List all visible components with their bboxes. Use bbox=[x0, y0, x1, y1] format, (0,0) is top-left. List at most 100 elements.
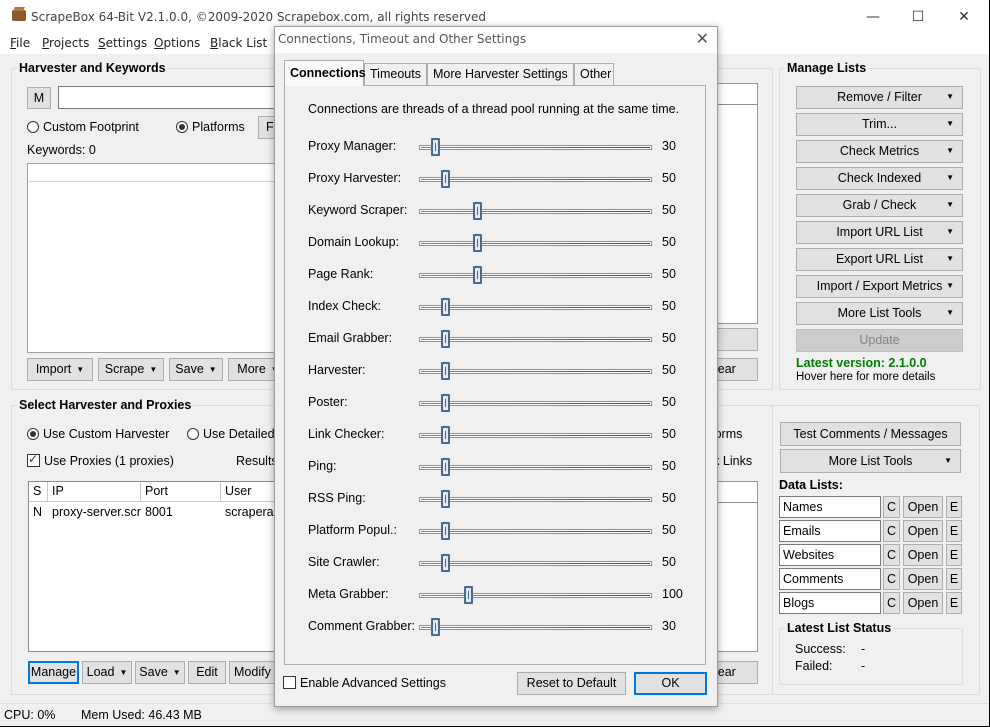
slider-track[interactable] bbox=[419, 593, 652, 598]
ok-button[interactable]: OK bbox=[634, 672, 707, 695]
data-list-open-button[interactable]: Open bbox=[903, 496, 943, 518]
data-list-clear-button[interactable]: C bbox=[883, 520, 900, 542]
slider-thumb[interactable] bbox=[440, 362, 450, 380]
import-button[interactable]: Import ▼ bbox=[27, 358, 93, 381]
tab-more-harvester-settings[interactable]: More Harvester Settings bbox=[427, 63, 574, 85]
slider-track[interactable] bbox=[419, 209, 652, 214]
slider-track[interactable] bbox=[419, 561, 652, 566]
hover-details-link[interactable]: Hover here for more details bbox=[796, 371, 935, 383]
reset-to-default-button[interactable]: Reset to Default bbox=[517, 672, 626, 695]
tab-connections[interactable]: Connections bbox=[284, 60, 366, 86]
slider-thumb[interactable] bbox=[440, 298, 450, 316]
data-list-name-field[interactable]: Websites bbox=[779, 544, 881, 566]
slider-thumb[interactable] bbox=[431, 138, 441, 156]
data-list-open-button[interactable]: Open bbox=[903, 568, 943, 590]
slider-track[interactable] bbox=[419, 145, 652, 150]
update-button[interactable]: Update bbox=[796, 329, 963, 352]
more-list-tools-button-2[interactable]: More List Tools ▼ bbox=[780, 449, 961, 473]
custom-footprint-radio[interactable]: Custom Footprint bbox=[27, 120, 139, 134]
data-list-open-button[interactable]: Open bbox=[903, 592, 943, 614]
enable-advanced-settings-checkbox[interactable]: Enable Advanced Settings bbox=[283, 676, 446, 690]
data-list-name-field[interactable]: Comments bbox=[779, 568, 881, 590]
m-button[interactable]: M bbox=[27, 87, 51, 109]
use-detailed-harvester-radio[interactable]: Use Detailed bbox=[187, 427, 275, 441]
slider-thumb[interactable] bbox=[473, 234, 483, 252]
column-header-ip[interactable]: IP bbox=[48, 482, 141, 502]
slider-track[interactable] bbox=[419, 529, 652, 534]
slider-track[interactable] bbox=[419, 497, 652, 502]
slider-thumb[interactable] bbox=[473, 266, 483, 284]
tab-timeouts[interactable]: Timeouts bbox=[364, 63, 427, 85]
data-list-edit-button[interactable]: E bbox=[946, 544, 962, 566]
slider-track[interactable] bbox=[419, 305, 652, 310]
footprint-input[interactable] bbox=[58, 86, 288, 109]
data-list-edit-button[interactable]: E bbox=[946, 496, 962, 518]
menu-file[interactable]: File bbox=[10, 36, 30, 50]
slider-thumb[interactable] bbox=[440, 394, 450, 412]
manage-list-button-check-indexed[interactable]: Check Indexed ▼ bbox=[796, 167, 963, 190]
test-comments-button[interactable]: Test Comments / Messages bbox=[780, 422, 961, 446]
slider-thumb[interactable] bbox=[431, 618, 441, 636]
slider-thumb[interactable] bbox=[440, 554, 450, 572]
data-list-edit-button[interactable]: E bbox=[946, 520, 962, 542]
slider-track[interactable] bbox=[419, 177, 652, 182]
slider-track[interactable] bbox=[419, 625, 652, 630]
data-list-open-button[interactable]: Open bbox=[903, 544, 943, 566]
manage-list-button-grab-check[interactable]: Grab / Check ▼ bbox=[796, 194, 963, 217]
menu-settings[interactable]: Settings bbox=[98, 36, 147, 50]
slider-track[interactable] bbox=[419, 433, 652, 438]
menu-options[interactable]: Options bbox=[154, 36, 200, 50]
scrape-button[interactable]: Scrape ▼ bbox=[98, 358, 164, 381]
manage-list-button-import-export-metrics[interactable]: Import / Export Metrics ▼ bbox=[796, 275, 963, 298]
platforms-radio[interactable]: Platforms bbox=[176, 120, 245, 134]
column-header-port[interactable]: Port bbox=[141, 482, 221, 502]
tab-other[interactable]: Other bbox=[574, 63, 614, 85]
data-list-clear-button[interactable]: C bbox=[883, 568, 900, 590]
use-proxies-checkbox[interactable]: Use Proxies (1 proxies) bbox=[27, 452, 174, 468]
data-list-edit-button[interactable]: E bbox=[946, 568, 962, 590]
slider-track[interactable] bbox=[419, 337, 652, 342]
slider-thumb[interactable] bbox=[440, 170, 450, 188]
slider-track[interactable] bbox=[419, 401, 652, 406]
slider-track[interactable] bbox=[419, 273, 652, 278]
data-list-clear-button[interactable]: C bbox=[883, 592, 900, 614]
manage-list-button-trim[interactable]: Trim... ▼ bbox=[796, 113, 963, 136]
slider-thumb[interactable] bbox=[463, 586, 473, 604]
edit-proxies-button[interactable]: Edit bbox=[188, 661, 226, 684]
menu-black-list[interactable]: Black List bbox=[210, 36, 267, 50]
data-list-edit-button[interactable]: E bbox=[946, 592, 962, 614]
manage-proxies-button[interactable]: Manage bbox=[28, 661, 79, 684]
manage-list-button-more-list-tools[interactable]: More List Tools ▼ bbox=[796, 302, 963, 325]
manage-list-button-remove-filter[interactable]: Remove / Filter ▼ bbox=[796, 86, 963, 109]
data-list-name-field[interactable]: Blogs bbox=[779, 592, 881, 614]
slider-thumb[interactable] bbox=[440, 426, 450, 444]
slider-track[interactable] bbox=[419, 465, 652, 470]
close-button[interactable]: ✕ bbox=[944, 6, 984, 28]
slider-track[interactable] bbox=[419, 241, 652, 246]
keywords-textarea[interactable] bbox=[27, 163, 287, 353]
proxy-grid[interactable]: S IP Port User N proxy-server.scr 8001 s… bbox=[28, 481, 291, 652]
minimize-button[interactable]: — bbox=[853, 6, 893, 28]
load-proxies-button[interactable]: Load ▼ bbox=[82, 661, 132, 684]
data-list-name-field[interactable]: Names bbox=[779, 496, 881, 518]
save-urls-button[interactable]: Save ▼ bbox=[169, 358, 223, 381]
slider-thumb[interactable] bbox=[473, 202, 483, 220]
data-list-clear-button[interactable]: C bbox=[883, 496, 900, 518]
manage-list-button-import-url-list[interactable]: Import URL List ▼ bbox=[796, 221, 963, 244]
manage-list-button-check-metrics[interactable]: Check Metrics ▼ bbox=[796, 140, 963, 163]
data-list-open-button[interactable]: Open bbox=[903, 520, 943, 542]
slider-thumb[interactable] bbox=[440, 490, 450, 508]
slider-track[interactable] bbox=[419, 369, 652, 374]
slider-thumb[interactable] bbox=[440, 522, 450, 540]
dialog-close-icon[interactable]: ✕ bbox=[696, 29, 709, 48]
manage-list-button-export-url-list[interactable]: Export URL List ▼ bbox=[796, 248, 963, 271]
menu-projects[interactable]: Projects bbox=[42, 36, 89, 50]
column-header-s[interactable]: S bbox=[29, 482, 48, 502]
maximize-button[interactable]: ☐ bbox=[898, 6, 938, 28]
slider-thumb[interactable] bbox=[440, 458, 450, 476]
slider-thumb[interactable] bbox=[440, 330, 450, 348]
data-list-name-field[interactable]: Emails bbox=[779, 520, 881, 542]
save-proxies-button[interactable]: Save ▼ bbox=[135, 661, 185, 684]
use-custom-harvester-radio[interactable]: Use Custom Harvester bbox=[27, 427, 169, 441]
data-list-clear-button[interactable]: C bbox=[883, 544, 900, 566]
